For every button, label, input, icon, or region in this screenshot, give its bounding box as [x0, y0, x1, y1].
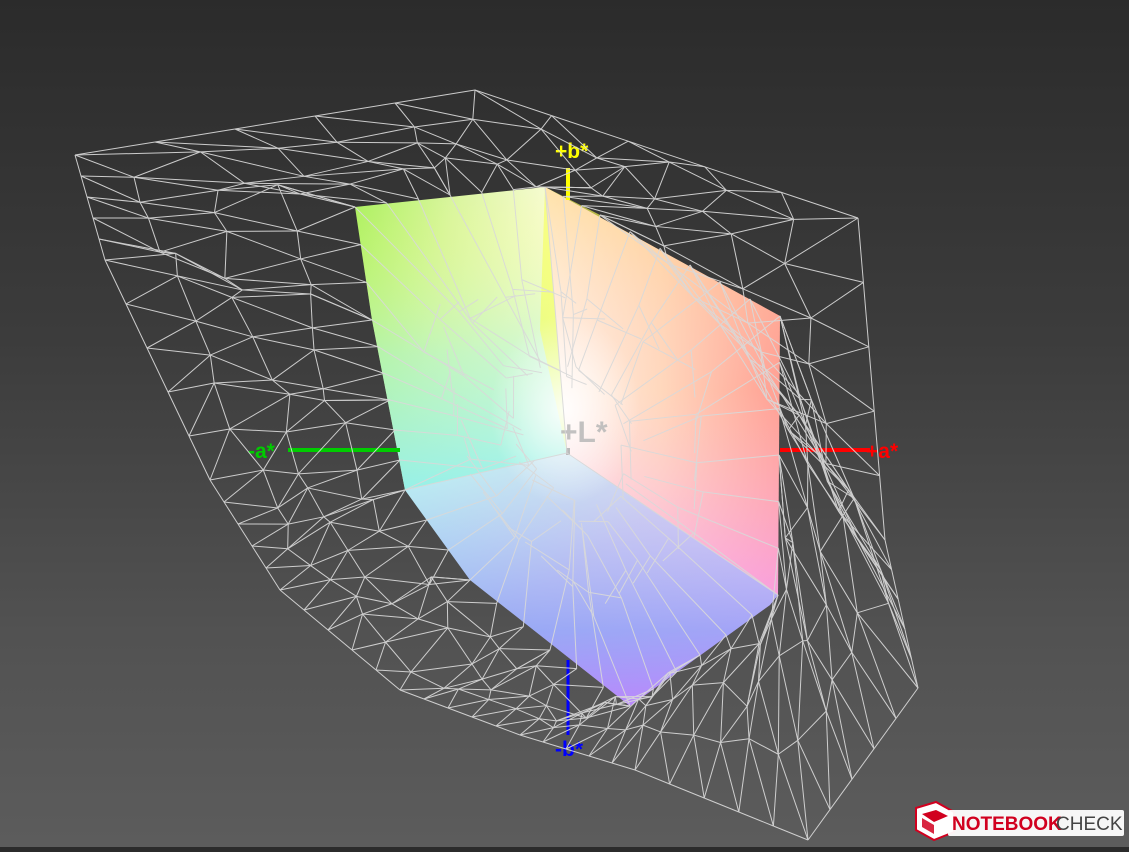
- plus-a-axis-label: +a*: [866, 440, 899, 463]
- lab-gamut-diagram: +b* -b* +a* -a* +L* NOTEBOOK CHECK: [0, 0, 1129, 847]
- watermark-brand-prefix: NOTEBOOK: [952, 814, 1062, 835]
- minus-a-axis-label: -a*: [248, 440, 276, 463]
- notebookcheck-watermark: NOTEBOOK CHECK: [912, 798, 1124, 842]
- minus-b-axis-label: -b*: [555, 738, 584, 761]
- gamut-3d-view: +b* -b* +a* -a* +L*: [0, 0, 1129, 847]
- gamut-white-point-glow: [490, 315, 640, 505]
- plus-L-axis-label: +L*: [560, 416, 608, 449]
- watermark-brand-suffix: CHECK: [1056, 814, 1123, 835]
